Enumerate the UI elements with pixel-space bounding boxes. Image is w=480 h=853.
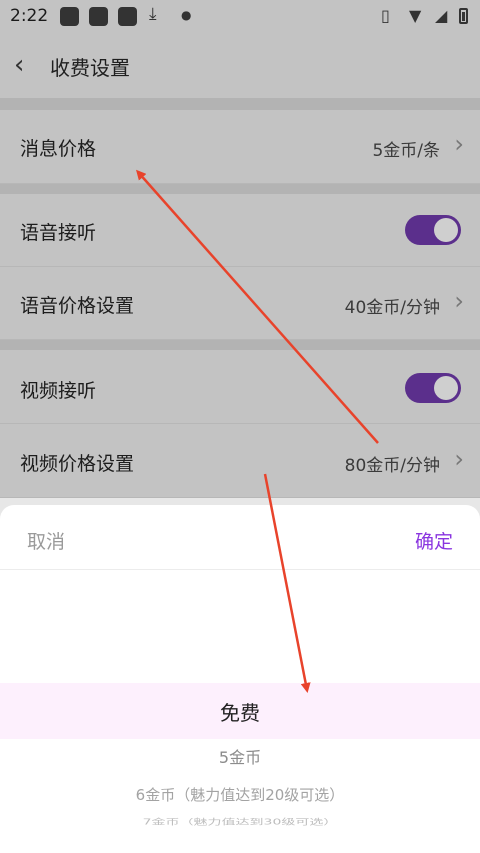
status-bar: 2:22 ⤓ ● ▯ ▼ ◢ <box>0 0 480 34</box>
status-time: 2:22 <box>10 6 49 26</box>
chevron-right-icon: › <box>454 445 464 473</box>
cancel-button[interactable]: 取消 <box>27 527 65 554</box>
voice-answer-toggle[interactable] <box>405 215 461 245</box>
wifi-icon: ▼ <box>409 6 422 25</box>
setting-row-voice-answer: 语音接听 <box>0 194 480 267</box>
video-answer-toggle[interactable] <box>405 373 461 403</box>
download-icon: ⤓ <box>149 4 157 24</box>
battery-icon <box>459 8 468 24</box>
setting-label: 语音接听 <box>20 222 97 244</box>
setting-row-voice-price[interactable]: 语音价格设置 40金币/分钟 › <box>0 267 480 340</box>
toggle-knob <box>434 218 458 242</box>
picker-option-selected[interactable]: 免费 <box>0 697 480 726</box>
confirm-button[interactable]: 确定 <box>415 527 453 554</box>
app-notification-icon <box>89 7 108 26</box>
section-gap <box>0 98 480 110</box>
chevron-left-icon[interactable]: ‹ <box>14 50 24 80</box>
app-notification-icon <box>118 7 137 26</box>
app-notification-icon <box>60 7 79 26</box>
section-gap <box>0 340 480 350</box>
setting-label: 视频接听 <box>20 380 97 402</box>
setting-label: 语音价格设置 <box>20 295 135 317</box>
setting-value: 5金币/条 <box>372 141 440 161</box>
setting-value: 40金币/分钟 <box>344 298 440 318</box>
page-title: 收费设置 <box>50 56 130 80</box>
setting-label: 视频价格设置 <box>20 453 135 475</box>
setting-row-video-answer: 视频接听 <box>0 350 480 424</box>
toggle-knob <box>434 376 458 400</box>
picker-option[interactable]: 6金币（魅力值达到20级可选） <box>0 784 480 805</box>
chevron-right-icon: › <box>454 130 464 158</box>
picker-option[interactable]: 7金币（魅力值达到30级可选） <box>0 816 480 827</box>
setting-row-video-price[interactable]: 视频价格设置 80金币/分钟 › <box>0 424 480 498</box>
vibrate-icon: ▯ <box>381 6 390 25</box>
setting-row-message-price[interactable]: 消息价格 5金币/条 › <box>0 110 480 184</box>
chevron-right-icon: › <box>454 287 464 315</box>
divider <box>0 569 480 570</box>
page-header: ‹ 收费设置 <box>0 34 480 98</box>
section-gap <box>0 184 480 194</box>
price-picker-sheet: 取消 确定 免费 5金币 6金币（魅力值达到20级可选） 7金币（魅力值达到30… <box>0 505 480 853</box>
signal-icon: ◢ <box>435 6 448 25</box>
setting-value: 80金币/分钟 <box>344 456 440 476</box>
picker-option[interactable]: 5金币 <box>0 744 480 768</box>
dot-icon: ● <box>181 8 192 22</box>
setting-label: 消息价格 <box>20 138 97 160</box>
